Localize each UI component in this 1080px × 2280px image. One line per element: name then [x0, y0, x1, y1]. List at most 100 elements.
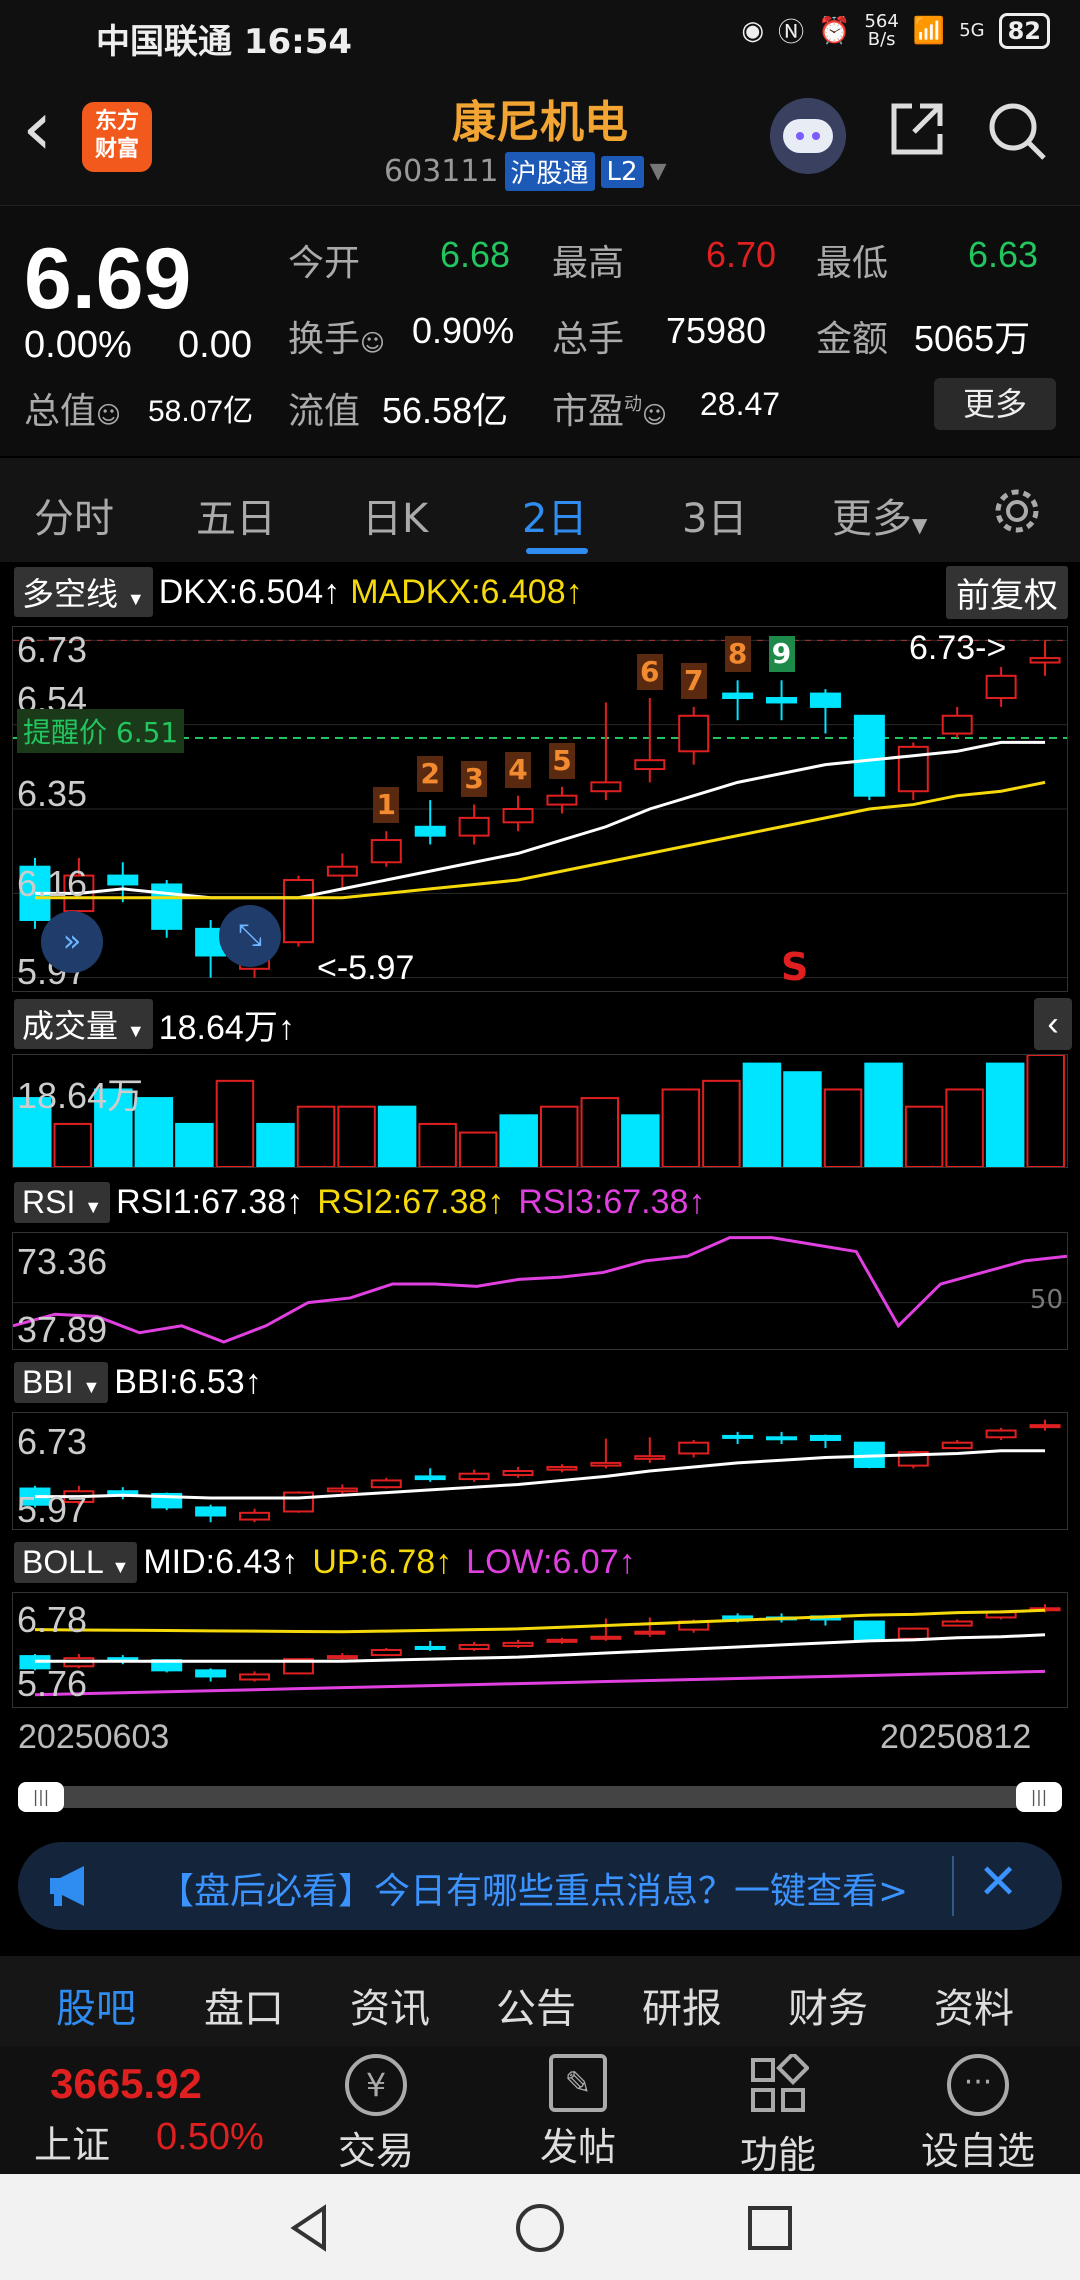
grid-icon	[751, 2051, 810, 2112]
settings-gear-icon[interactable]	[990, 484, 1044, 542]
tab-five-day[interactable]: 五日	[196, 486, 276, 544]
news-banner[interactable]: 【盘后必看】今日有哪些重点消息？一键查看> ✕	[18, 1842, 1062, 1930]
tab-research[interactable]: 研报	[642, 1976, 722, 2034]
volume-header: 成交量 ▼ 18.64万↑ ‹	[0, 996, 1080, 1052]
trade-button[interactable]: ¥ 交易	[306, 2046, 446, 2175]
info-icon[interactable]: ☺	[642, 401, 667, 429]
index-name[interactable]: 上证	[34, 2114, 110, 2169]
boll-panel[interactable]: 6.78 5.76	[12, 1592, 1068, 1708]
candle	[941, 1620, 973, 1627]
tab-announcements[interactable]: 公告	[496, 1976, 576, 2034]
candle	[326, 865, 358, 877]
function-button[interactable]: 功能	[708, 2046, 848, 2179]
bbi-y-bottom: 5.97	[17, 1489, 88, 1530]
tab-profile[interactable]: 资料	[934, 1976, 1014, 2034]
candle	[853, 714, 885, 797]
nav-home-icon[interactable]	[514, 2202, 566, 2254]
turnover-label: 换手☺	[288, 319, 386, 360]
volume-chart	[13, 1055, 1065, 1167]
y-label: 6.16	[17, 863, 88, 904]
bbi-panel[interactable]: 6.73 5.97	[12, 1412, 1068, 1530]
tab-three-day[interactable]: 3日	[682, 486, 747, 544]
rsi-indicator-select[interactable]: RSI ▼	[14, 1181, 111, 1223]
candle	[195, 1506, 227, 1517]
add-watchlist-button[interactable]: ··· 设自选	[908, 2046, 1048, 2175]
nav-back-icon[interactable]	[284, 2202, 336, 2254]
tab-more[interactable]: 更多▼	[832, 486, 927, 544]
collapse-panel-icon[interactable]: ‹	[1034, 998, 1072, 1050]
sequence-marker-nine: 9	[768, 636, 795, 673]
pe-sup: 动	[624, 394, 643, 415]
candle	[590, 1635, 622, 1640]
info-icon[interactable]: ☺	[360, 329, 385, 357]
expand-left-icon[interactable]: »	[41, 911, 103, 973]
megaphone-icon	[44, 1860, 96, 1916]
tab-finance[interactable]: 财务	[788, 1976, 868, 2034]
tab-intraday[interactable]: 分时	[34, 486, 114, 544]
volume-bar	[337, 1105, 376, 1167]
boll-y-bottom: 5.76	[17, 1663, 88, 1704]
rsi2-value: RSI2:67.38↑	[317, 1182, 505, 1221]
turnover-value: 0.90%	[412, 310, 515, 351]
volume-panel[interactable]: 18.64万	[12, 1054, 1068, 1168]
volume-bar	[175, 1122, 214, 1167]
range-handle-right[interactable]: |||	[1016, 1782, 1062, 1812]
low-label: 最低	[816, 243, 889, 284]
adjust-button[interactable]: 前复权	[946, 565, 1068, 619]
index-value[interactable]: 3665.92	[50, 2060, 202, 2108]
open-value: 6.68	[440, 234, 511, 275]
candle	[370, 839, 402, 864]
low-marker: <-5.97	[317, 949, 415, 987]
volume-bar	[702, 1079, 741, 1167]
bbi-indicator-select[interactable]: BBI ▼	[14, 1361, 109, 1403]
tab-pankou[interactable]: 盘口	[204, 1976, 284, 2034]
sequence-marker: 1	[373, 787, 400, 824]
trade-label: 交易	[337, 2129, 414, 2173]
active-tab-underline	[526, 548, 588, 554]
kline-panel[interactable]: 6.73 6.54 6.35 6.16 5.97 提醒价 6.51 6.73->…	[12, 626, 1068, 992]
rsi1-value: RSI1:67.38↑	[116, 1182, 304, 1221]
pe-value: 28.47	[700, 386, 781, 422]
search-icon[interactable]	[986, 100, 1048, 166]
index-percent[interactable]: 0.50%	[156, 2116, 264, 2159]
system-nav-bar	[0, 2174, 1080, 2280]
floatcap-label: 流值	[288, 391, 361, 432]
range-slider[interactable]: ||| |||	[18, 1782, 1062, 1812]
candle	[546, 1465, 578, 1471]
candle	[414, 1475, 446, 1481]
share-icon[interactable]	[886, 98, 948, 164]
main-indicator-select[interactable]: 多空线 ▼	[14, 567, 153, 617]
volume-value: 18.64万↑	[158, 1008, 295, 1047]
post-button[interactable]: ✎ 发帖	[508, 2046, 648, 2171]
volume-indicator-select[interactable]: 成交量 ▼	[14, 999, 153, 1049]
nav-recents-icon[interactable]	[744, 2202, 796, 2254]
tab-guba[interactable]: 股吧	[56, 1976, 136, 2034]
sequence-marker: 2	[417, 756, 444, 793]
watch-label: 设自选	[920, 2129, 1035, 2173]
candle	[941, 1441, 973, 1450]
candle	[502, 1641, 534, 1647]
volume-bar	[256, 1122, 295, 1167]
info-icon[interactable]: ☺	[96, 401, 121, 429]
boll-indicator-select[interactable]: BOLL ▼	[14, 1541, 138, 1583]
info-tabs: 股吧 盘口 资讯 公告 研报 财务 资料	[0, 1956, 1080, 2046]
more-quote-button[interactable]: 更多	[934, 378, 1056, 430]
eye-icon: ◉	[741, 15, 765, 46]
main-indicator-header: 多空线 ▼ DKX:6.504↑ MADKX:6.408↑ 前复权	[0, 564, 1080, 620]
candle	[107, 874, 139, 886]
candle	[282, 1491, 314, 1513]
candle	[678, 714, 710, 753]
fullscreen-icon[interactable]: ⤡	[219, 905, 281, 967]
yen-icon: ¥	[345, 2054, 407, 2116]
volume-bar	[499, 1114, 538, 1167]
robot-assistant-icon[interactable]	[770, 98, 846, 174]
tab-news[interactable]: 资讯	[350, 1976, 430, 2034]
close-icon[interactable]: ✕	[978, 1854, 1018, 1910]
range-handle-left[interactable]: |||	[18, 1782, 64, 1812]
tab-two-day[interactable]: 2日	[522, 486, 587, 544]
alert-price-label[interactable]: 提醒价 6.51	[17, 709, 185, 753]
tab-daily-k[interactable]: 日K	[362, 486, 428, 544]
boll-up-line	[34, 1608, 1046, 1634]
stock-subtitle[interactable]: 603111 沪股通 L2 ▼	[384, 152, 667, 191]
rsi-panel[interactable]: 73.36 37.89 50	[12, 1232, 1068, 1350]
